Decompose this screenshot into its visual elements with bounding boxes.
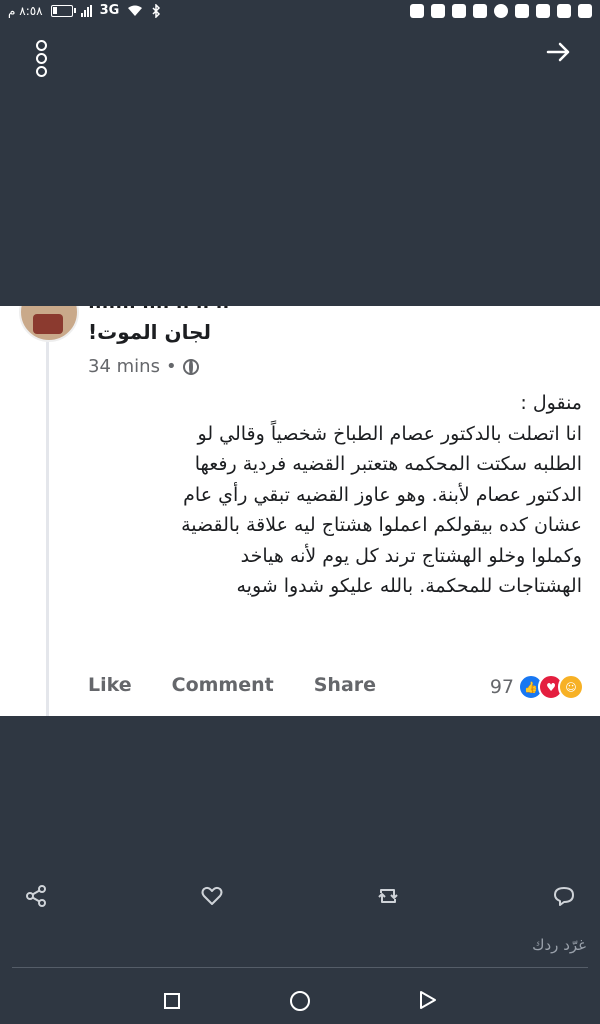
messenger-icon xyxy=(557,4,571,18)
reply-icon[interactable] xyxy=(552,884,576,908)
facebook-icon xyxy=(515,4,529,18)
post-meta: 34 mins • xyxy=(88,356,199,377)
notification-icons xyxy=(410,4,592,18)
home-icon[interactable] xyxy=(290,991,310,1011)
lock-icon xyxy=(431,4,445,18)
post-line: وكملوا وخلو الهشتاج ترند كل يوم لأنه هيا… xyxy=(240,544,582,567)
post-line: انا اتصلت بالدكتور عصام الطباخ شخصياً وق… xyxy=(197,422,583,445)
meta-separator: • xyxy=(165,356,177,377)
back-icon[interactable] xyxy=(418,990,438,1010)
post-line: عشان كده بيقولكم اعملوا هشتاج ليه علاقة … xyxy=(181,514,582,536)
forward-arrow-icon[interactable] xyxy=(546,40,572,64)
avatar xyxy=(19,306,79,342)
youtube-icon xyxy=(452,4,466,18)
post-actions: Like Comment Share xyxy=(88,674,376,696)
app-icon xyxy=(536,4,550,18)
share-icon[interactable] xyxy=(24,884,48,908)
image-icon xyxy=(473,4,487,18)
post-time: 34 mins xyxy=(88,356,160,377)
battery-icon xyxy=(50,4,76,17)
more-vertical-icon[interactable] xyxy=(36,40,48,79)
heart-icon[interactable] xyxy=(200,884,224,908)
network-type: 3G xyxy=(99,3,120,18)
bluetooth-icon xyxy=(152,3,161,18)
author-name: ....... .... .. .. .. xyxy=(88,306,229,313)
reactions-summary[interactable]: 97 👍 ♥ ☺ xyxy=(490,674,584,700)
status-left: ٨:٥٨ م 3G xyxy=(8,3,161,18)
share-button[interactable]: Share xyxy=(314,674,376,696)
reply-input[interactable]: غرّد ردك xyxy=(532,936,586,954)
notification-icon xyxy=(578,4,592,18)
post-screenshot[interactable]: ....... .... .. .. .. لجان الموت! 34 min… xyxy=(0,306,600,716)
recents-icon[interactable] xyxy=(164,993,180,1009)
comment-button[interactable]: Comment xyxy=(172,674,274,696)
post-line: الدكتور عصام لأبنة. وهو عاوز القضيه تبقي… xyxy=(183,483,582,506)
navigation-bar xyxy=(0,988,600,1012)
post-line: الهشتاجات للمحكمة. بالله عليكو شدوا شويه xyxy=(236,575,582,597)
signal-icon xyxy=(80,4,92,17)
reaction-count: 97 xyxy=(489,676,514,698)
status-time: ٨:٥٨ م xyxy=(8,3,43,18)
divider xyxy=(12,967,588,968)
post-title: لجان الموت! xyxy=(88,320,211,344)
thread-line xyxy=(46,336,49,716)
globe-icon xyxy=(182,358,199,375)
like-button[interactable]: Like xyxy=(88,674,132,696)
retweet-icon[interactable] xyxy=(376,884,400,908)
whatsapp-icon xyxy=(494,4,508,18)
message-icon xyxy=(410,4,424,18)
care-reaction-icon: ☺ xyxy=(558,674,584,700)
post-line: الطلبه سكتت المحكمه هتعتبر القضيه فردية … xyxy=(194,453,582,475)
wifi-icon xyxy=(128,5,143,16)
post-line: منقول : xyxy=(520,392,582,414)
tweet-actions xyxy=(0,884,600,912)
post-body: منقول : انا اتصلت بالدكتور عصام الطباخ ش… xyxy=(82,388,582,602)
status-bar: ٨:٥٨ م 3G xyxy=(0,0,600,26)
